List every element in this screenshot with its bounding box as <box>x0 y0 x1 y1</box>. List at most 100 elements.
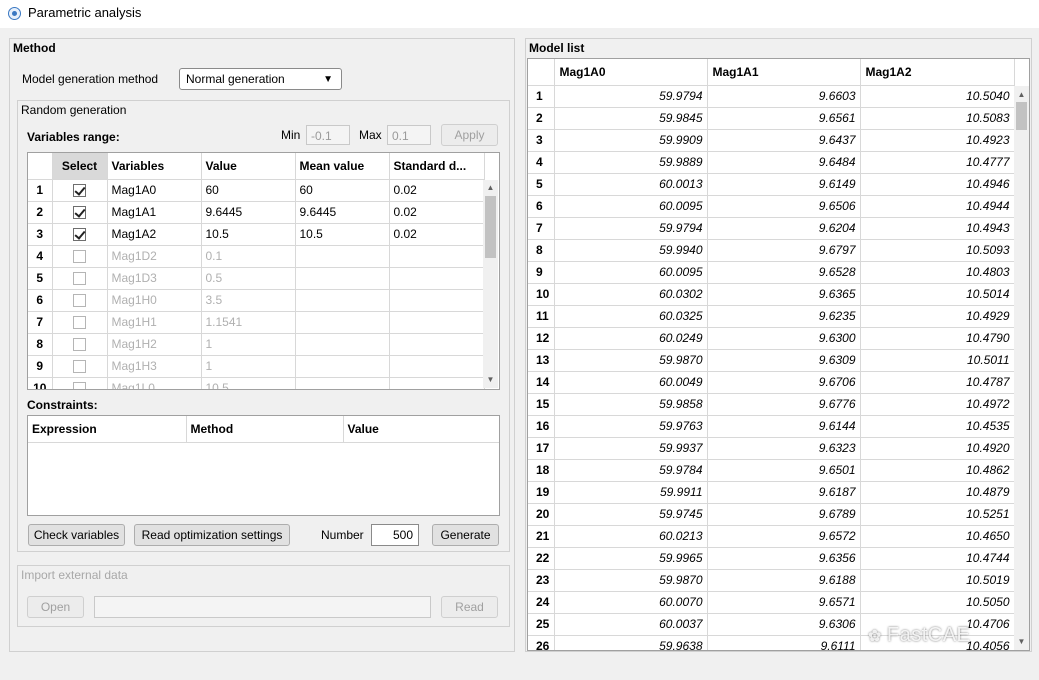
mag1a2-cell[interactable]: 10.5251 <box>860 503 1015 526</box>
mag1a1-cell[interactable]: 9.6437 <box>707 129 861 152</box>
model-row[interactable]: 17 59.9937 9.6323 10.4920 <box>528 437 1015 460</box>
mag1a2-cell[interactable]: 10.4943 <box>860 217 1015 240</box>
mag1a0-cell[interactable]: 59.9889 <box>554 151 708 174</box>
mag1a2-cell[interactable]: 10.4650 <box>860 525 1015 548</box>
model-row[interactable]: 10 60.0302 9.6365 10.5014 <box>528 283 1015 306</box>
mag1a2-cell[interactable]: 10.4777 <box>860 151 1015 174</box>
mag1a1-cell[interactable]: 9.6235 <box>707 305 861 328</box>
variable-row[interactable]: 4 Mag1D2 0.1 <box>28 245 485 268</box>
model-row[interactable]: 1 59.9794 9.6603 10.5040 <box>528 85 1015 108</box>
mag1a2-cell[interactable]: 10.5093 <box>860 239 1015 262</box>
select-checkbox[interactable] <box>73 250 86 264</box>
mag1a1-cell[interactable]: 9.6706 <box>707 371 861 394</box>
select-cell[interactable] <box>52 289 108 312</box>
select-cell[interactable] <box>52 355 108 378</box>
mag1a0-cell[interactable]: 60.0095 <box>554 195 708 218</box>
select-cell[interactable] <box>52 377 108 389</box>
variable-row[interactable]: 10 Mag1L0 10.5 <box>28 377 485 389</box>
mag1a2-cell[interactable]: 10.4744 <box>860 547 1015 570</box>
min-input[interactable]: -0.1 <box>306 125 350 145</box>
select-checkbox[interactable] <box>73 228 86 242</box>
standard-deviation-cell[interactable] <box>389 289 485 312</box>
model-row[interactable]: 9 60.0095 9.6528 10.4803 <box>528 261 1015 284</box>
model-row[interactable]: 15 59.9858 9.6776 10.4972 <box>528 393 1015 416</box>
value-cell[interactable]: 1 <box>201 355 296 378</box>
variable-row[interactable]: 6 Mag1H0 3.5 <box>28 289 485 312</box>
mag1a0-cell[interactable]: 59.9845 <box>554 107 708 130</box>
mean-value-cell[interactable] <box>295 289 390 312</box>
header-mag1a0[interactable]: Mag1A0 <box>554 59 708 86</box>
mag1a2-cell[interactable]: 10.5011 <box>860 349 1015 372</box>
value-cell[interactable]: 1 <box>201 333 296 356</box>
variable-row[interactable]: 8 Mag1H2 1 <box>28 333 485 356</box>
select-cell[interactable] <box>52 245 108 268</box>
mag1a0-cell[interactable]: 59.9911 <box>554 481 708 504</box>
mag1a2-cell[interactable]: 10.4944 <box>860 195 1015 218</box>
standard-deviation-cell[interactable] <box>389 311 485 334</box>
standard-deviation-cell[interactable]: 0.02 <box>389 223 485 246</box>
import-path-input[interactable] <box>94 596 431 618</box>
mag1a1-cell[interactable]: 9.6603 <box>707 85 861 108</box>
variable-row[interactable]: 7 Mag1H1 1.1541 <box>28 311 485 334</box>
mean-value-cell[interactable] <box>295 333 390 356</box>
select-cell[interactable] <box>52 311 108 334</box>
mag1a2-cell[interactable]: 10.4787 <box>860 371 1015 394</box>
mean-value-cell[interactable]: 10.5 <box>295 223 390 246</box>
mag1a0-cell[interactable]: 60.0037 <box>554 613 708 636</box>
model-row[interactable]: 23 59.9870 9.6188 10.5019 <box>528 569 1015 592</box>
mag1a0-cell[interactable]: 59.9937 <box>554 437 708 460</box>
select-cell[interactable] <box>52 267 108 290</box>
value-cell[interactable]: 10.5 <box>201 223 296 246</box>
mag1a0-cell[interactable]: 59.9794 <box>554 217 708 240</box>
model-row[interactable]: 2 59.9845 9.6561 10.5083 <box>528 107 1015 130</box>
select-cell[interactable] <box>52 201 108 224</box>
mag1a1-cell[interactable]: 9.6776 <box>707 393 861 416</box>
mag1a2-cell[interactable]: 10.4920 <box>860 437 1015 460</box>
scroll-up-icon[interactable]: ▲ <box>1016 90 1027 100</box>
scroll-thumb[interactable] <box>1016 102 1027 130</box>
mag1a0-cell[interactable]: 60.0070 <box>554 591 708 614</box>
select-checkbox[interactable] <box>73 294 86 308</box>
mean-value-cell[interactable] <box>295 377 390 389</box>
mag1a0-cell[interactable]: 59.9965 <box>554 547 708 570</box>
mag1a2-cell[interactable]: 10.4923 <box>860 129 1015 152</box>
scroll-up-icon[interactable]: ▲ <box>485 183 496 193</box>
select-checkbox[interactable] <box>73 206 86 220</box>
scroll-down-icon[interactable]: ▼ <box>1016 637 1027 647</box>
mean-value-cell[interactable]: 60 <box>295 179 390 202</box>
header-constraint-value[interactable]: Value <box>343 416 499 443</box>
check-variables-button[interactable]: Check variables <box>28 524 125 546</box>
value-cell[interactable]: 10.5 <box>201 377 296 389</box>
select-cell[interactable] <box>52 223 108 246</box>
mag1a1-cell[interactable]: 9.6797 <box>707 239 861 262</box>
mag1a2-cell[interactable]: 10.4803 <box>860 261 1015 284</box>
model-row[interactable]: 24 60.0070 9.6571 10.5050 <box>528 591 1015 614</box>
mag1a2-cell[interactable]: 10.5014 <box>860 283 1015 306</box>
apply-button[interactable]: Apply <box>441 124 498 146</box>
standard-deviation-cell[interactable]: 0.02 <box>389 179 485 202</box>
mag1a1-cell[interactable]: 9.6300 <box>707 327 861 350</box>
mag1a1-cell[interactable]: 9.6528 <box>707 261 861 284</box>
mag1a1-cell[interactable]: 9.6188 <box>707 569 861 592</box>
select-checkbox[interactable] <box>73 184 86 198</box>
mag1a0-cell[interactable]: 59.9940 <box>554 239 708 262</box>
model-row[interactable]: 5 60.0013 9.6149 10.4946 <box>528 173 1015 196</box>
mag1a2-cell[interactable]: 10.4862 <box>860 459 1015 482</box>
standard-deviation-cell[interactable] <box>389 267 485 290</box>
model-list-scrollbar[interactable]: ▲ ▼ <box>1014 86 1029 650</box>
variable-row[interactable]: 1 Mag1A0 60 60 0.02 <box>28 179 485 202</box>
value-cell[interactable]: 9.6445 <box>201 201 296 224</box>
model-row[interactable]: 4 59.9889 9.6484 10.4777 <box>528 151 1015 174</box>
mag1a0-cell[interactable]: 60.0213 <box>554 525 708 548</box>
scroll-thumb[interactable] <box>485 196 496 258</box>
model-row[interactable]: 11 60.0325 9.6235 10.4929 <box>528 305 1015 328</box>
model-row[interactable]: 13 59.9870 9.6309 10.5011 <box>528 349 1015 372</box>
standard-deviation-cell[interactable] <box>389 333 485 356</box>
mean-value-cell[interactable] <box>295 311 390 334</box>
variable-row[interactable]: 9 Mag1H3 1 <box>28 355 485 378</box>
select-checkbox[interactable] <box>73 316 86 330</box>
standard-deviation-cell[interactable] <box>389 245 485 268</box>
select-checkbox[interactable] <box>73 382 86 389</box>
mag1a0-cell[interactable]: 60.0013 <box>554 173 708 196</box>
mag1a0-cell[interactable]: 60.0249 <box>554 327 708 350</box>
